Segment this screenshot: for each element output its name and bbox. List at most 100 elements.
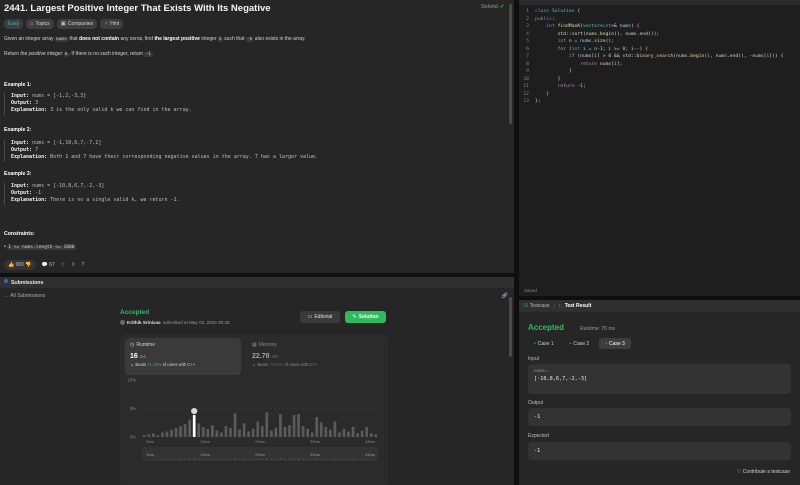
- code-token: binary_search: [636, 54, 674, 59]
- editorial-button[interactable]: ▭ Editorial: [300, 311, 340, 323]
- runtime-distribution-chart[interactable]: 10% 5% 0% 3ms 13ms 23ms 33ms 43ms 3ms 13ms 23ms 33m…: [120, 377, 388, 483]
- brush-bar: [297, 458, 300, 460]
- code-token: n = nums.: [568, 39, 595, 44]
- line-number: 5: [526, 39, 529, 44]
- brush-bar: [270, 459, 273, 460]
- code-line[interactable]: 3 int findMaxK(vector < int >& nums) {: [519, 23, 800, 31]
- constraints-heading: Constraints:: [4, 231, 35, 237]
- difficulty-badge[interactable]: Easy: [4, 19, 24, 29]
- y-tick-label: 10%: [128, 378, 137, 383]
- help-icon[interactable]: ?: [81, 262, 84, 268]
- brush-bar: [283, 459, 287, 460]
- histogram-bar: [215, 430, 219, 437]
- code-line[interactable]: 10 }: [519, 76, 800, 84]
- code-line[interactable]: 2 public:: [519, 16, 800, 24]
- code-line[interactable]: 12 }: [519, 91, 800, 99]
- code-token: (nums[i] >: [577, 54, 609, 59]
- brush-bar: [179, 459, 182, 460]
- code-token: ; i--) {: [625, 46, 648, 52]
- tab-submissions[interactable]: ⏱ Submissions: [0, 277, 514, 288]
- problem-title: 2441. Largest Positive Integer That Exis…: [4, 3, 271, 14]
- submissions-scrollbar[interactable]: [509, 297, 512, 357]
- code-token: && std::: [611, 54, 637, 59]
- case-2-tab[interactable]: • Case 2: [564, 338, 596, 349]
- case-3-tab[interactable]: • Case 3: [599, 338, 631, 349]
- input-label: Input: [528, 356, 540, 362]
- line-number: 8: [526, 61, 529, 67]
- histogram-bar: [260, 426, 264, 437]
- companies-label: Companies: [67, 21, 94, 27]
- thumbs-down-icon[interactable]: 👎: [25, 262, 31, 268]
- code-line[interactable]: 11 return -1;: [519, 83, 800, 91]
- brush-tick-label: 3ms: [146, 452, 154, 457]
- histogram-bar: [242, 423, 246, 437]
- description-footer: 👍 900 👎 💬 67 ☆ ⇪ ?: [0, 257, 514, 273]
- topics-tag[interactable]: ⌂ Topics: [26, 19, 54, 29]
- author-name[interactable]: Krithik Srinivas: [127, 320, 161, 325]
- brush-bar: [265, 457, 268, 460]
- line-number: 12: [523, 91, 529, 97]
- line-number: 1: [526, 9, 529, 14]
- memory-metric[interactable]: ▦ Memory 22.78 MB ▲ Beats 70.50% of users…: [247, 338, 363, 375]
- all-submissions-link[interactable]: ← All Submissions: [4, 293, 45, 299]
- highlighted-bar: [192, 415, 196, 437]
- histogram-bar: [256, 421, 260, 437]
- brush-bar: [252, 459, 255, 460]
- check-circle-icon: ✔: [499, 4, 505, 10]
- example-1-heading: Example 1:: [4, 82, 32, 88]
- tab-testcase[interactable]: ☑ Testcase: [524, 303, 550, 309]
- code-line[interactable]: 4 std:: sort (nums. begin (), nums. end ());: [519, 31, 800, 39]
- code-line[interactable]: 13};: [519, 98, 800, 106]
- link-icon[interactable]: 🔗: [502, 293, 508, 299]
- code-line[interactable]: 9 }: [519, 68, 800, 76]
- code-editor[interactable]: 1 class Solution {2 public:3 int findMaxK(…: [519, 0, 800, 296]
- chip-icon: ▦: [252, 342, 257, 348]
- like-button[interactable]: 👍 900 👎: [4, 260, 36, 270]
- code-token: int: [571, 46, 583, 52]
- histogram-bar: [292, 415, 296, 437]
- code-line[interactable]: 8 return nums[i];: [519, 61, 800, 69]
- companies-tag[interactable]: ▣ Companies: [56, 19, 98, 29]
- description-scrollbar[interactable]: [509, 4, 512, 124]
- input-var-label: nums =: [534, 368, 549, 373]
- brush-bar: [242, 458, 246, 460]
- code-lines[interactable]: 1 class Solution {2 public:3 int findMaxK(…: [519, 8, 800, 106]
- histogram-bar: [161, 432, 164, 437]
- comment-icon: 💬: [41, 262, 48, 268]
- solution-button[interactable]: ✎ Solution: [345, 311, 386, 323]
- share-icon[interactable]: ⇪: [71, 262, 75, 268]
- histogram-bar: [174, 427, 178, 437]
- input-value: [-10,8,6,7,-2,-3]: [534, 376, 588, 382]
- case-tabs: • Case 1 • Case 2 • Case 3: [528, 338, 631, 349]
- code-token: begin: [599, 31, 615, 37]
- histogram-bar: [347, 431, 350, 437]
- clock-icon: ◷: [130, 342, 135, 348]
- code-token: vector: [583, 24, 600, 29]
- code-token: sort: [571, 31, 583, 37]
- histogram-bar: [151, 433, 155, 437]
- runtime-metric[interactable]: ◷ Runtime 16 ms ▲ Beats 71.19% of users w…: [125, 338, 241, 375]
- brush-tick-label: 33ms: [310, 452, 320, 457]
- histogram-bar: [247, 431, 251, 437]
- histogram-bar: [283, 426, 287, 437]
- histogram-bar: [220, 432, 223, 437]
- code-line[interactable]: 1 class Solution {: [519, 8, 800, 16]
- submission-status: Accepted: [120, 309, 150, 316]
- star-icon[interactable]: ☆: [61, 262, 65, 268]
- hint-tag[interactable]: ♀ Hint: [100, 19, 124, 29]
- code-token: >&: [611, 24, 620, 29]
- contribute-testcase-link[interactable]: ♡ Contribute a testcase: [737, 469, 790, 475]
- code-line[interactable]: 7 if (nums[i] > 0 && std:: binary_search(…: [519, 53, 800, 61]
- case-1-tab[interactable]: • Case 1: [528, 338, 560, 349]
- brush-bar: [261, 459, 264, 460]
- code-line[interactable]: 6 for (int i = n- 1; i >= 0; i--) {: [519, 46, 800, 54]
- tab-test-result[interactable]: ›_ Test Result: [559, 303, 591, 309]
- histogram-bar: [201, 426, 205, 437]
- comments-button[interactable]: 💬 67: [42, 262, 55, 268]
- submissions-panel: ⏱ Submissions ← All Submissions 🔗 Accepte…: [0, 277, 514, 485]
- code-line[interactable]: 5 int n = nums. size ();: [519, 38, 800, 46]
- histogram-bar: [279, 414, 282, 437]
